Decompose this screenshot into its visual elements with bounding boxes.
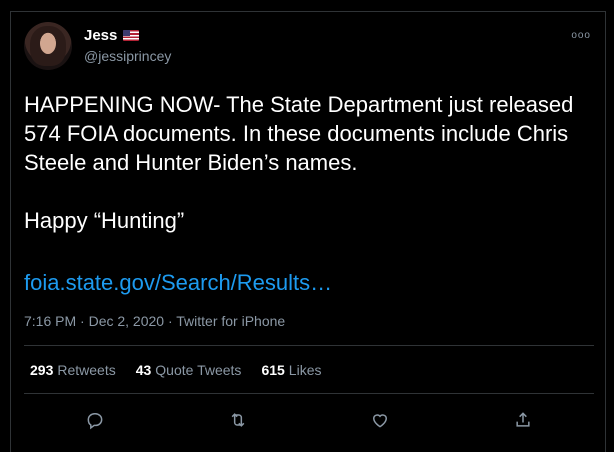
tweet-link[interactable]: foia.state.gov/Search/Results… [24, 270, 332, 296]
retweets-label: Retweets [57, 362, 116, 378]
like-icon[interactable] [365, 405, 395, 435]
divider [24, 345, 594, 346]
divider [24, 393, 594, 394]
quote-count: 43 [135, 362, 152, 378]
reply-icon[interactable] [80, 405, 110, 435]
avatar-face [40, 33, 56, 54]
quote-label: Quote Tweets [155, 362, 242, 378]
likes-count: 615 [261, 362, 285, 378]
tweet-text: HAPPENING NOW- The State Department just… [24, 92, 574, 233]
likes-label: Likes [288, 362, 322, 378]
share-icon[interactable] [508, 405, 538, 435]
author-row: Jess [84, 27, 140, 44]
us-flag-icon [123, 30, 140, 41]
likes-stat[interactable]: 615 Likes [261, 362, 321, 378]
retweets-count: 293 [30, 362, 54, 378]
tweet-timestamp[interactable]: 7:16 PM · Dec 2, 2020 · Twitter for iPho… [24, 313, 285, 329]
more-options-icon[interactable]: ooo [571, 30, 591, 41]
tweet-actions [24, 405, 594, 435]
avatar[interactable] [24, 22, 72, 70]
quote-tweets-stat[interactable]: 43 Quote Tweets [136, 362, 242, 378]
author-handle[interactable]: @jessiprincey [84, 48, 171, 64]
author-name[interactable]: Jess [84, 27, 117, 44]
retweets-stat[interactable]: 293 Retweets [30, 362, 116, 378]
retweet-icon[interactable] [223, 405, 253, 435]
tweet-stats: 293 Retweets 43 Quote Tweets 615 Likes [30, 362, 321, 378]
